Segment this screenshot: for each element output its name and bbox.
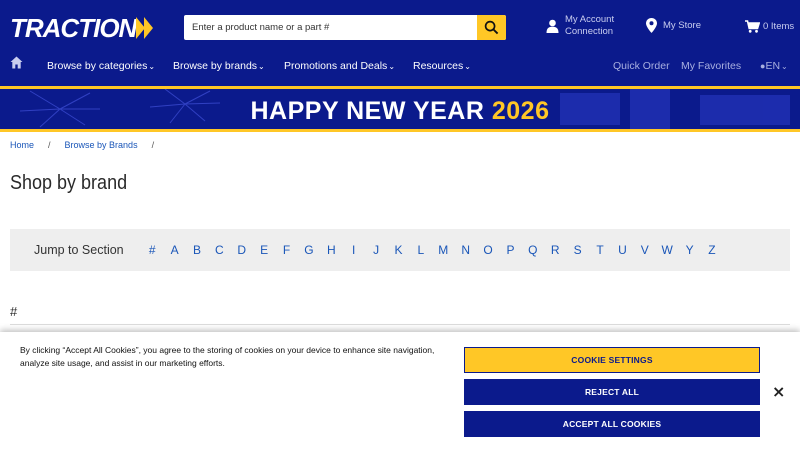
jump-letter-e[interactable]: E xyxy=(253,243,275,257)
breadcrumb-browse-brands[interactable]: Browse by Brands xyxy=(65,140,138,150)
quick-order-link[interactable]: Quick Order xyxy=(613,60,670,72)
new-year-banner[interactable]: HAPPY NEW YEAR 2026 xyxy=(0,86,800,132)
logo-chevrons-icon xyxy=(136,17,154,39)
language-label: EN xyxy=(765,60,781,72)
letter-index: # A B C D E F G H I J K L M N O P Q R S … xyxy=(141,243,723,257)
section-divider xyxy=(10,324,790,325)
jump-letter-q[interactable]: Q xyxy=(522,243,544,257)
nav-browse-categories-label: Browse by categories xyxy=(47,60,148,72)
jump-letter-w[interactable]: W xyxy=(656,243,678,257)
accept-all-cookies-button[interactable]: ACCEPT ALL COOKIES xyxy=(464,411,760,437)
jump-letter-n[interactable]: N xyxy=(454,243,476,257)
jump-letter-r[interactable]: R xyxy=(544,243,566,257)
page-title: Shop by brand xyxy=(10,172,128,194)
jump-letter-u[interactable]: U xyxy=(611,243,633,257)
jump-letter-o[interactable]: O xyxy=(477,243,499,257)
search-input[interactable] xyxy=(184,15,477,40)
jump-letter-c[interactable]: C xyxy=(208,243,230,257)
jump-letter-b[interactable]: B xyxy=(186,243,208,257)
logo-text: TRACTION xyxy=(10,12,137,43)
jump-letter-v[interactable]: V xyxy=(634,243,656,257)
main-nav: Browse by categories⌄ Browse by brands⌄ … xyxy=(0,56,800,78)
nav-resources[interactable]: Resources⌄ xyxy=(413,60,471,72)
jump-letter-z[interactable]: Z xyxy=(701,243,723,257)
nav-promotions-label: Promotions and Deals xyxy=(284,60,388,72)
cookie-settings-button[interactable]: COOKIE SETTINGS xyxy=(464,347,760,373)
banner-year: 2026 xyxy=(491,97,550,125)
cart-link[interactable]: 0 Items xyxy=(745,20,794,33)
nav-browse-categories[interactable]: Browse by categories⌄ xyxy=(47,60,155,72)
cookie-consent-banner: By clicking “Accept All Cookies”, you ag… xyxy=(0,332,800,450)
jump-letter-m[interactable]: M xyxy=(432,243,454,257)
traction-logo[interactable]: TRACTION xyxy=(10,12,154,43)
cart-count: 0 Items xyxy=(763,20,795,32)
account-label: My Account xyxy=(565,14,615,25)
jump-letter-hash[interactable]: # xyxy=(141,243,163,257)
search-bar xyxy=(184,15,506,40)
jump-letter-d[interactable]: D xyxy=(231,243,253,257)
banner-title: HAPPY NEW YEAR 2026 xyxy=(0,97,800,126)
nav-promotions[interactable]: Promotions and Deals⌄ xyxy=(284,60,395,72)
my-account-link[interactable]: My Account Connection xyxy=(546,14,614,38)
chevron-down-icon: ⌄ xyxy=(781,62,788,71)
page: TRACTION My Account Connection xyxy=(0,0,800,450)
jump-letter-a[interactable]: A xyxy=(163,243,185,257)
my-store-link[interactable]: My Store xyxy=(646,18,701,33)
jump-to-section-bar: Jump to Section # A B C D E F G H I J K … xyxy=(10,229,790,271)
user-icon xyxy=(546,19,559,33)
section-heading-hash: # xyxy=(10,304,18,319)
search-icon xyxy=(484,20,499,35)
language-selector[interactable]: ●EN⌄ xyxy=(760,60,788,72)
breadcrumb-separator: / xyxy=(48,140,51,150)
nav-browse-brands[interactable]: Browse by brands⌄ xyxy=(173,60,265,72)
search-button[interactable] xyxy=(477,15,506,40)
banner-title-text: HAPPY NEW YEAR xyxy=(250,97,485,125)
jump-letter-s[interactable]: S xyxy=(566,243,588,257)
home-nav-link[interactable] xyxy=(10,56,23,72)
chevron-down-icon: ⌄ xyxy=(388,62,396,71)
nav-resources-label: Resources xyxy=(413,60,464,72)
chevron-down-icon: ⌄ xyxy=(464,62,471,71)
jump-letter-h[interactable]: H xyxy=(320,243,342,257)
jump-letter-g[interactable]: G xyxy=(298,243,320,257)
jump-letter-l[interactable]: L xyxy=(410,243,432,257)
reject-all-button[interactable]: REJECT ALL xyxy=(464,379,760,405)
jump-letter-k[interactable]: K xyxy=(387,243,409,257)
site-header: TRACTION My Account Connection xyxy=(0,0,800,86)
breadcrumb-separator: / xyxy=(151,140,155,150)
nav-browse-brands-label: Browse by brands xyxy=(173,60,258,72)
breadcrumb: Home / Browse by Brands / xyxy=(10,140,168,150)
my-favorites-link[interactable]: My Favorites xyxy=(681,60,741,72)
jump-letter-j[interactable]: J xyxy=(365,243,387,257)
store-label: My Store xyxy=(663,19,702,31)
map-pin-icon xyxy=(646,18,657,33)
home-icon xyxy=(10,56,23,69)
cart-icon xyxy=(745,20,760,33)
jump-letter-i[interactable]: I xyxy=(343,243,365,257)
jump-letter-f[interactable]: F xyxy=(275,243,297,257)
jump-letter-t[interactable]: T xyxy=(589,243,611,257)
jump-letter-y[interactable]: Y xyxy=(678,243,700,257)
account-connection-label: Connection xyxy=(565,26,614,37)
close-icon[interactable]: × xyxy=(772,382,785,401)
chevron-down-icon: ⌄ xyxy=(148,62,156,71)
breadcrumb-home[interactable]: Home xyxy=(10,140,34,150)
cookie-notice-text: By clicking “Accept All Cookies”, you ag… xyxy=(20,345,435,368)
jump-letter-p[interactable]: P xyxy=(499,243,521,257)
jump-label: Jump to Section xyxy=(34,243,124,257)
chevron-down-icon: ⌄ xyxy=(258,62,265,71)
